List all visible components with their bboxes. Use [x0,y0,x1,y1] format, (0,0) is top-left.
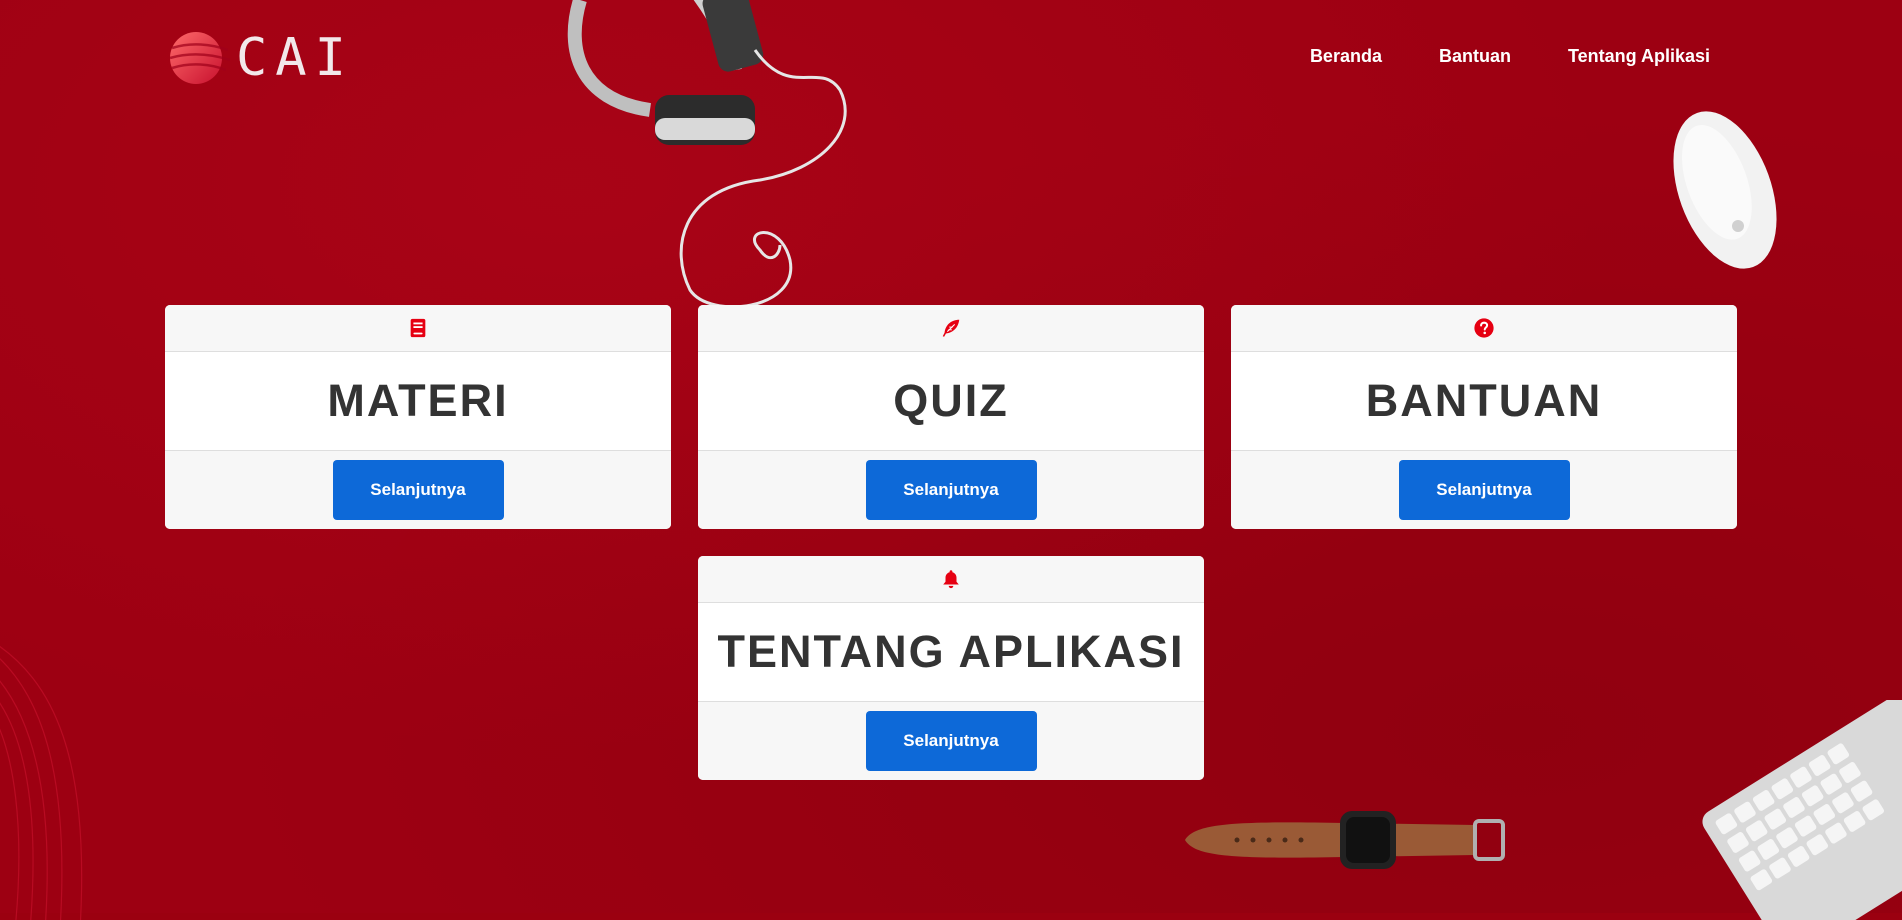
question-circle-icon [1474,318,1494,338]
card-footer: Selanjutnya [698,451,1204,529]
tentang-aplikasi-next-button[interactable]: Selanjutnya [865,711,1037,771]
card-header [698,305,1204,352]
card-title: MATERI [327,375,509,426]
decorative-mouse [1673,111,1777,269]
quiz-next-button[interactable]: Selanjutnya [865,460,1037,520]
nav-link-tentang-aplikasi[interactable]: Tentang Aplikasi [1568,46,1710,67]
card-body: QUIZ [698,352,1204,451]
card-quiz: QUIZ Selanjutnya [698,305,1204,529]
decorative-headphones [567,0,847,309]
feather-icon [942,319,960,337]
brand-logo[interactable]: CAI [166,30,354,86]
card-body: MATERI [165,352,671,451]
card-header [698,556,1204,603]
bantuan-next-button[interactable]: Selanjutnya [1398,460,1570,520]
brand-name: CAI [236,28,354,88]
card-title: BANTUAN [1365,375,1603,426]
top-nav: Beranda Bantuan Tentang Aplikasi [1310,46,1710,67]
decorative-keyboard [1702,700,1902,920]
card-bantuan: BANTUAN Selanjutnya [1231,305,1737,529]
card-title: TENTANG APLIKASI [717,626,1185,677]
bell-icon [943,570,959,589]
materi-next-button[interactable]: Selanjutnya [332,460,504,520]
nav-link-beranda[interactable]: Beranda [1310,46,1382,67]
card-body: TENTANG APLIKASI [698,603,1204,702]
globe-logo-icon [169,32,230,84]
card-footer: Selanjutnya [698,702,1204,780]
card-tentang-aplikasi: TENTANG APLIKASI Selanjutnya [698,556,1204,780]
card-footer: Selanjutnya [1231,451,1737,529]
nav-link-bantuan[interactable]: Bantuan [1439,46,1511,67]
card-materi: MATERI Selanjutnya [165,305,671,529]
card-header [165,305,671,352]
book-icon [410,318,426,338]
card-title: QUIZ [893,375,1009,426]
card-footer: Selanjutnya [165,451,671,529]
decorative-swirl-lines [0,645,83,920]
card-header [1231,305,1737,352]
card-body: BANTUAN [1231,352,1737,451]
decorative-watch [1185,811,1505,869]
